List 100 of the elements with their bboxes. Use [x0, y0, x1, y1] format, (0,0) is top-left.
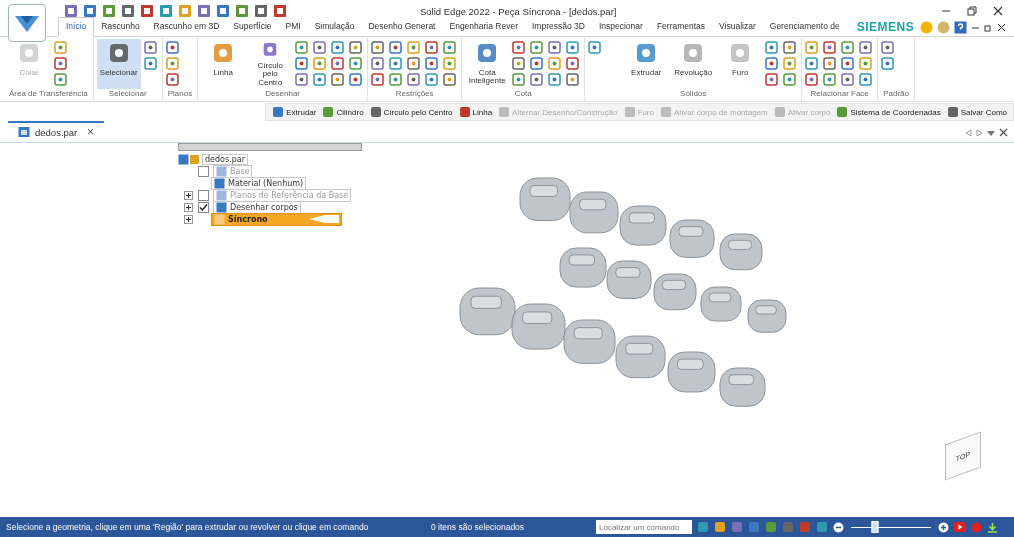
- ribbon-tab[interactable]: PMI: [278, 18, 308, 36]
- tool-icon[interactable]: [530, 41, 544, 54]
- tool-icon[interactable]: [783, 57, 797, 70]
- command-button[interactable]: Cilindro: [319, 105, 367, 119]
- tool-icon[interactable]: [548, 73, 562, 86]
- tool-icon[interactable]: [566, 41, 580, 54]
- tool-icon[interactable]: [313, 41, 327, 54]
- tool-icon[interactable]: [443, 41, 457, 54]
- tool-icon[interactable]: [54, 41, 67, 54]
- tool-icon[interactable]: [389, 73, 403, 86]
- tool-icon[interactable]: [425, 41, 439, 54]
- tool-icon[interactable]: [881, 57, 895, 70]
- expand-icon[interactable]: [184, 202, 193, 212]
- document-tab[interactable]: dedos.par ×: [8, 121, 104, 142]
- tool-icon[interactable]: [349, 73, 363, 86]
- tool-icon[interactable]: [143, 41, 157, 54]
- ribbon-button[interactable]: Círculo pelo Centro: [248, 39, 293, 89]
- command-button[interactable]: Extrudar: [269, 105, 320, 119]
- tool-icon[interactable]: [823, 41, 837, 54]
- tool-icon[interactable]: [295, 57, 309, 70]
- tool-icon[interactable]: [512, 41, 526, 54]
- tool-icon[interactable]: [530, 57, 544, 70]
- right-arrow-icon[interactable]: [976, 128, 983, 137]
- command-button[interactable]: Salvar Como: [943, 105, 1010, 119]
- tool-icon[interactable]: [143, 57, 157, 70]
- tool-icon[interactable]: [841, 41, 855, 54]
- tool-icon[interactable]: [165, 73, 179, 86]
- toolbar-icon[interactable]: [197, 4, 211, 18]
- ribbon-tab[interactable]: Rascunho: [94, 18, 147, 36]
- tool-icon[interactable]: [823, 57, 837, 70]
- tool-icon[interactable]: [765, 73, 779, 86]
- tool-icon[interactable]: [841, 73, 855, 86]
- tool-icon[interactable]: [407, 57, 421, 70]
- tool-icon[interactable]: [765, 41, 779, 54]
- close-icon[interactable]: [997, 22, 1006, 32]
- command-button[interactable]: Linha: [455, 105, 496, 119]
- tool-icon[interactable]: [165, 41, 179, 54]
- download-icon[interactable]: [987, 521, 998, 533]
- help-icon[interactable]: [954, 20, 967, 34]
- tool-icon[interactable]: [783, 73, 797, 86]
- command-search-field[interactable]: Localizar um comando: [596, 520, 692, 534]
- video-icon[interactable]: [954, 522, 966, 532]
- tool-icon[interactable]: [371, 57, 385, 70]
- tool-icon[interactable]: [566, 57, 580, 70]
- restore-icon[interactable]: [984, 22, 993, 32]
- tool-icon[interactable]: [512, 73, 526, 86]
- tool-icon[interactable]: [841, 57, 855, 70]
- tool-icon[interactable]: [349, 41, 363, 54]
- ribbon-tab[interactable]: Simulação: [307, 18, 362, 36]
- tool-icon[interactable]: [407, 73, 421, 86]
- tool-icon[interactable]: [859, 57, 873, 70]
- toolbar-icon[interactable]: [216, 4, 230, 18]
- tool-icon[interactable]: [859, 41, 873, 54]
- tool-icon[interactable]: [823, 73, 837, 86]
- tool-icon[interactable]: [425, 57, 439, 70]
- tool-icon[interactable]: [425, 73, 439, 86]
- checkbox[interactable]: [198, 201, 209, 213]
- command-button[interactable]: Círculo pelo Centro: [366, 105, 456, 119]
- toolbar-icon[interactable]: [102, 4, 116, 18]
- tool-icon[interactable]: [512, 57, 526, 70]
- ribbon-button[interactable]: Cota Inteligente: [465, 39, 510, 89]
- tool-icon[interactable]: [331, 41, 345, 54]
- toolbar-icon[interactable]: [235, 4, 249, 18]
- tool-icon[interactable]: [349, 57, 363, 70]
- tool-icon[interactable]: [443, 57, 457, 70]
- toolbar-icon[interactable]: [273, 4, 287, 18]
- tool-icon[interactable]: [805, 57, 819, 70]
- ribbon-tab[interactable]: Impressão 3D: [525, 18, 592, 36]
- tool-icon[interactable]: [371, 41, 385, 54]
- toolbar-icon[interactable]: [140, 4, 154, 18]
- zoom-in-icon[interactable]: [938, 521, 949, 533]
- close-icon[interactable]: [992, 5, 1004, 17]
- ribbon-tab[interactable]: Superfície: [226, 18, 279, 36]
- ribbon-button[interactable]: Linha: [201, 39, 246, 89]
- ribbon-button[interactable]: Furo: [718, 39, 763, 89]
- tool-icon[interactable]: [295, 73, 309, 86]
- tool-icon[interactable]: [548, 57, 562, 70]
- tool-icon[interactable]: [805, 73, 819, 86]
- tool-icon[interactable]: [566, 73, 580, 86]
- tool-icon[interactable]: [588, 41, 602, 54]
- toolbar-icon[interactable]: [64, 4, 78, 18]
- toolbar-icon[interactable]: [159, 4, 173, 18]
- tool-icon[interactable]: [407, 41, 421, 54]
- status-tool-icon[interactable]: [714, 521, 726, 533]
- ribbon-tab[interactable]: Engenharia Rever: [442, 18, 525, 36]
- ribbon-tab[interactable]: Ferramentas: [649, 18, 713, 36]
- toolbar-icon[interactable]: [254, 4, 268, 18]
- ribbon-tab[interactable]: Início: [58, 17, 95, 37]
- tree-node[interactable]: dedos.par: [202, 153, 248, 165]
- tool-icon[interactable]: [881, 41, 895, 54]
- tool-icon[interactable]: [313, 57, 327, 70]
- ribbon-button[interactable]: Extrudar: [624, 39, 669, 89]
- tool-icon[interactable]: [443, 73, 457, 86]
- close-icon[interactable]: [999, 128, 1008, 137]
- tool-icon[interactable]: [313, 73, 327, 86]
- tool-icon[interactable]: [54, 57, 67, 70]
- tree-node[interactable]: Material (Nenhum): [211, 176, 307, 190]
- tool-icon[interactable]: [530, 73, 544, 86]
- tool-icon[interactable]: [805, 41, 819, 54]
- ribbon-button[interactable]: Revolução: [671, 39, 716, 89]
